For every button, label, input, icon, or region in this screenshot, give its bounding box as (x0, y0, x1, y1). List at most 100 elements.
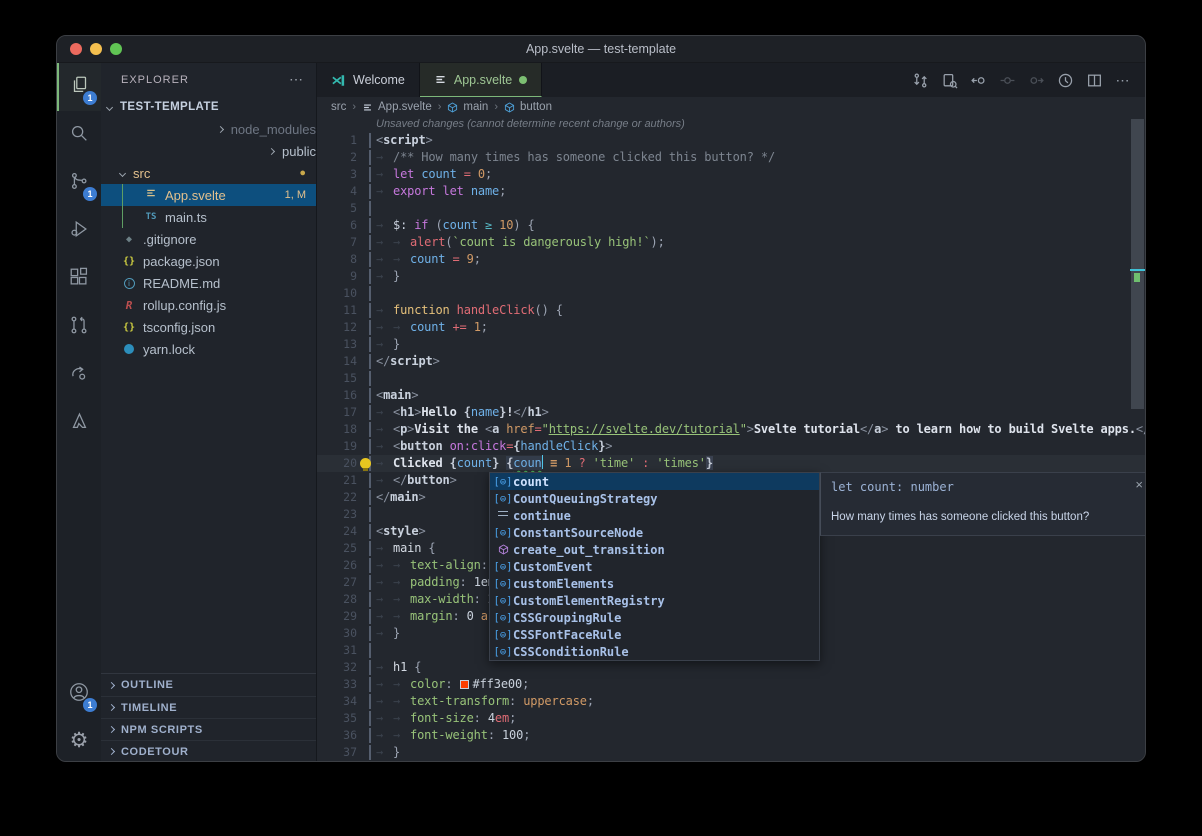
editor-scrollbar[interactable] (1130, 117, 1145, 762)
tree-item-app-svelte[interactable]: App.svelte1, M (101, 184, 316, 206)
lightbulb-icon[interactable] (360, 458, 371, 469)
tab-app-svelte[interactable]: App.svelte (420, 63, 542, 97)
code-line-19[interactable]: 19→<button on:click={handleClick}> (317, 438, 1145, 455)
split-editor-icon[interactable] (1084, 70, 1104, 90)
code-line-11[interactable]: 11→function handleClick() { (317, 302, 1145, 319)
section-npm-scripts[interactable]: NPM SCRIPTS (101, 718, 316, 740)
file-tree: TEST-TEMPLATE node_modulespublicsrc●App.… (101, 96, 316, 673)
tree-item-public[interactable]: public (101, 140, 316, 162)
scrollbar-slider[interactable] (1131, 119, 1144, 409)
braces-icon: {} (120, 256, 138, 267)
previous-change-icon[interactable] (968, 70, 988, 90)
code-line-3[interactable]: 3→let count = 0; (317, 166, 1145, 183)
suggest-item-customelementregistry[interactable]: [⊜]CustomElementRegistry (490, 592, 819, 609)
tree-item-src[interactable]: src● (101, 162, 316, 184)
suggest-item-count[interactable]: [⊜]count (490, 473, 819, 490)
gutter-change-icon[interactable] (997, 70, 1017, 90)
suggest-item-countqueuingstrategy[interactable]: [⊜]CountQueuingStrategy (490, 490, 819, 507)
tree-item-rollup-config-js[interactable]: Rrollup.config.js (101, 294, 316, 316)
tab-welcome[interactable]: Welcome (317, 63, 420, 97)
next-change-icon[interactable] (1026, 70, 1046, 90)
symbol-variable-icon: [⊜] (493, 493, 513, 505)
code-line-9[interactable]: 9→} (317, 268, 1145, 285)
section-outline[interactable]: OUTLINE (101, 674, 316, 696)
breadcrumb-item-button[interactable]: button (504, 101, 552, 113)
tree-item-package-json[interactable]: {}package.json (101, 250, 316, 272)
gear-icon: ⚙ (70, 730, 89, 751)
code-line-35[interactable]: 35→→font-size: 4em; (317, 710, 1145, 727)
more-actions-icon[interactable]: ⋯ (1113, 70, 1133, 90)
code-line-37[interactable]: 37→} (317, 744, 1145, 761)
code-line-1[interactable]: 1<script> (317, 132, 1145, 149)
tree-item-readme-md[interactable]: iREADME.md (101, 272, 316, 294)
code-line-8[interactable]: 8→→count = 9; (317, 251, 1145, 268)
settings-button[interactable]: ⚙ (57, 718, 101, 762)
code-line-15[interactable]: 15 (317, 370, 1145, 387)
sidebar-more-actions[interactable]: ⋯ (289, 71, 304, 88)
code-line-5[interactable]: 5 (317, 200, 1145, 217)
suggest-item-create_out_transition[interactable]: create_out_transition (490, 541, 819, 558)
code-line-4[interactable]: 4→export let name; (317, 183, 1145, 200)
section-codetour[interactable]: CODETOUR (101, 740, 316, 762)
account-button[interactable]: 1 (57, 670, 101, 718)
close-window-button[interactable] (70, 43, 82, 55)
section-timeline[interactable]: TIMELINE (101, 696, 316, 718)
code-line-32[interactable]: 32→h1 { (317, 659, 1145, 676)
ts-icon: TS (142, 212, 160, 222)
zoom-window-button[interactable] (110, 43, 122, 55)
tree-item-yarn-lock[interactable]: yarn.lock (101, 338, 316, 360)
activity-live-share[interactable] (57, 351, 101, 399)
code-editor[interactable]: Unsaved changes (cannot determine recent… (317, 117, 1145, 762)
svelte-file-icon (362, 102, 373, 113)
close-icon[interactable]: × (1135, 477, 1143, 492)
rollup-icon: R (120, 299, 138, 312)
code-line-7[interactable]: 7→→alert(`count is dangerously high!`); (317, 234, 1145, 251)
code-line-6[interactable]: 6→$: if (count ≥ 10) { (317, 217, 1145, 234)
code-line-14[interactable]: 14</script> (317, 353, 1145, 370)
code-line-36[interactable]: 36→→font-weight: 100; (317, 727, 1145, 744)
modified-dot-icon[interactable] (519, 76, 527, 84)
suggest-item-customevent[interactable]: [⊜]CustomEvent (490, 558, 819, 575)
suggest-item-cssconditionrule[interactable]: [⊜]CSSConditionRule (490, 643, 819, 660)
code-line-33[interactable]: 33→→color: #ff3e00; (317, 676, 1145, 693)
explorer-sidebar: EXPLORER ⋯ TEST-TEMPLATE node_modulespub… (101, 63, 317, 762)
activity-azure[interactable] (57, 399, 101, 447)
tree-item-main-ts[interactable]: TSmain.ts (101, 206, 316, 228)
tree-item-node-modules[interactable]: node_modules (101, 118, 316, 140)
code-line-2[interactable]: 2→/** How many times has someone clicked… (317, 149, 1145, 166)
activity-run-debug[interactable] (57, 207, 101, 255)
tree-item-tsconfig-json[interactable]: {}tsconfig.json (101, 316, 316, 338)
suggest-item-customelements[interactable]: [⊜]customElements (490, 575, 819, 592)
open-changes-icon[interactable] (939, 70, 959, 90)
breadcrumb-item-app-svelte[interactable]: App.svelte (362, 101, 432, 113)
activity-search[interactable] (57, 111, 101, 159)
suggest-item-cssgroupingrule[interactable]: [⊜]CSSGroupingRule (490, 609, 819, 626)
tree-root-folder[interactable]: TEST-TEMPLATE (101, 96, 316, 118)
activity-github-pr[interactable] (57, 303, 101, 351)
activity-source-control[interactable]: 1 (57, 159, 101, 207)
suggest-item-constantsourcenode[interactable]: [⊜]ConstantSourceNode (490, 524, 819, 541)
code-line-13[interactable]: 13→} (317, 336, 1145, 353)
code-line-12[interactable]: 12→→count += 1; (317, 319, 1145, 336)
activity-explorer[interactable]: 1 (57, 63, 101, 111)
activity-extensions[interactable] (57, 255, 101, 303)
code-line-34[interactable]: 34→→text-transform: uppercase; (317, 693, 1145, 710)
info-icon: i (120, 278, 138, 289)
code-line-18[interactable]: 18→<p>Visit the <a href="https://svelte.… (317, 421, 1145, 438)
breadcrumb-item-main[interactable]: main (447, 101, 488, 113)
breadcrumb-item-src[interactable]: src (331, 101, 346, 113)
file-history-icon[interactable] (1055, 70, 1075, 90)
compare-changes-icon[interactable] (910, 70, 930, 90)
code-line-20[interactable]: 20→Clicked {count} {coun ≡ 1 ? 'time' : … (317, 455, 1145, 472)
code-line-17[interactable]: 17→<h1>Hello {name}!</h1> (317, 404, 1145, 421)
vscode-window: App.svelte — test-template 1 1 (56, 35, 1146, 762)
symbol-variable-icon: [⊜] (493, 476, 513, 488)
code-line-16[interactable]: 16<main> (317, 387, 1145, 404)
chevron-right-icon (217, 125, 224, 132)
tree-item--gitignore[interactable]: ◆.gitignore (101, 228, 316, 250)
code-line-10[interactable]: 10 (317, 285, 1145, 302)
suggest-item-continue[interactable]: continue (490, 507, 819, 524)
suggest-item-cssfontfacerule[interactable]: [⊜]CSSFontFaceRule (490, 626, 819, 643)
minimize-window-button[interactable] (90, 43, 102, 55)
account-badge: 1 (83, 698, 97, 712)
